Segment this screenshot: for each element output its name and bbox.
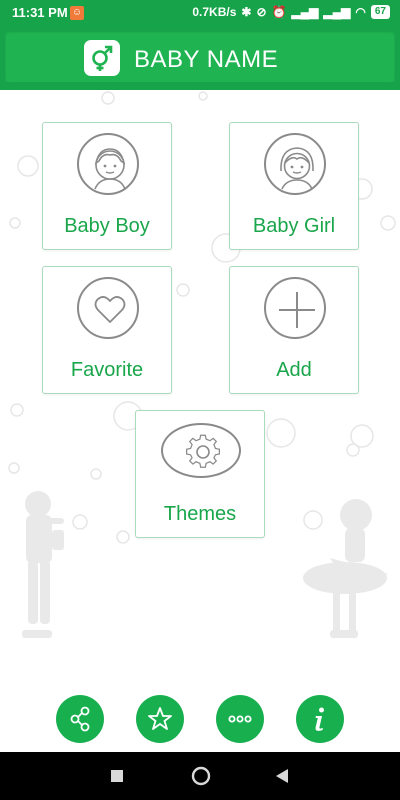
favorite-tile[interactable]: Favorite	[42, 266, 172, 394]
baby-boy-label: Baby Boy	[64, 215, 150, 237]
add-label: Add	[276, 359, 312, 381]
notification-icon: ☺	[70, 6, 84, 20]
bluetooth-icon: ✱	[241, 5, 252, 19]
info-button[interactable]	[296, 695, 344, 743]
triangle-back-icon	[276, 769, 288, 783]
themes-label: Themes	[163, 503, 237, 525]
plus-icon	[264, 277, 326, 339]
share-icon	[70, 706, 90, 732]
boy-face-icon	[77, 133, 139, 195]
baby-girl-label: Baby Girl	[252, 215, 336, 237]
alarm-icon: ⏰	[271, 5, 287, 19]
status-right: 0.7KB/s ✱ ⊘ ⏰ ▂▄▆ ▂▄▆ ◠ 67	[192, 5, 390, 19]
status-bar: 11:31 PM ☺ 0.7KB/s ✱ ⊘ ⏰ ▂▄▆ ▂▄▆ ◠ 67	[0, 0, 400, 26]
back-button[interactable]	[275, 768, 289, 789]
signal-icon-2: ▂▄▆	[323, 5, 351, 19]
girl-face-icon	[264, 133, 326, 195]
add-tile[interactable]: Add	[229, 266, 359, 394]
wifi-icon: ◠	[355, 5, 366, 19]
heart-icon	[77, 277, 139, 339]
themes-tile[interactable]: Themes	[135, 410, 265, 538]
share-button[interactable]	[56, 695, 104, 743]
network-speed: 0.7KB/s	[192, 5, 237, 19]
circle-icon	[191, 766, 211, 786]
gear-icon	[161, 423, 241, 478]
header-bar: BABY NAME	[5, 31, 395, 82]
more-button[interactable]	[216, 695, 264, 743]
app-header: BABY NAME	[0, 26, 400, 90]
status-time: 11:31 PM	[12, 5, 68, 20]
battery-indicator: 67	[370, 5, 390, 19]
star-icon	[148, 707, 172, 730]
baby-boy-tile[interactable]: Baby Boy	[42, 122, 172, 250]
mute-icon: ⊘	[256, 5, 267, 19]
info-icon	[315, 707, 324, 731]
girl-silhouette-illustration	[303, 499, 388, 638]
app-title: BABY NAME	[134, 46, 279, 73]
baby-girl-tile[interactable]: Baby Girl	[229, 122, 359, 250]
rate-button[interactable]	[136, 695, 184, 743]
system-nav-bar	[0, 752, 400, 800]
recents-button[interactable]	[110, 769, 124, 788]
square-icon	[111, 770, 123, 782]
home-button[interactable]	[191, 766, 211, 791]
signal-icon: ▂▄▆	[291, 5, 319, 19]
gender-symbol-icon	[84, 40, 120, 76]
favorite-label: Favorite	[70, 359, 144, 381]
boy-silhouette-illustration	[22, 491, 64, 638]
more-icon	[228, 715, 252, 723]
